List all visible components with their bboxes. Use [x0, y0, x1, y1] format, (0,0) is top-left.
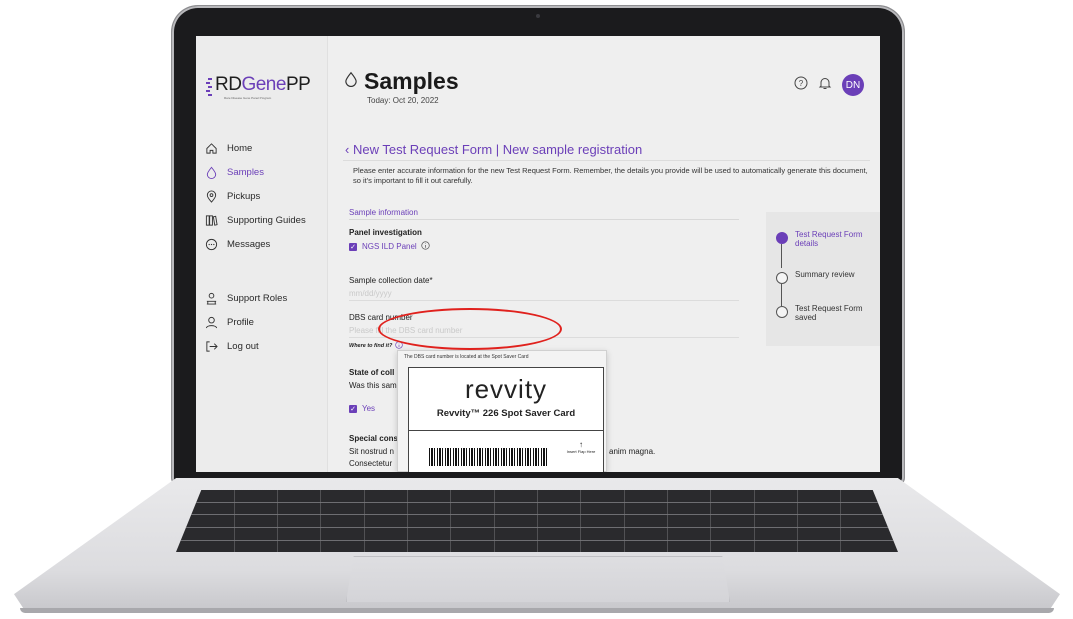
- info-icon[interactable]: [421, 241, 430, 252]
- divider: [349, 300, 739, 301]
- svg-text:?: ?: [799, 79, 804, 88]
- ngs-ild-panel-checkbox[interactable]: ✓ NGS ILD Panel: [349, 241, 430, 252]
- step-summary[interactable]: Summary review: [776, 270, 880, 284]
- spot-saver-card-image: revvity Revvity™ 226 Spot Saver Card ↑ I…: [408, 367, 604, 472]
- step-label: Test Request Form details: [795, 230, 863, 248]
- card-name: Revvity™ 226 Spot Saver Card: [436, 408, 576, 419]
- highlight-ellipse: [378, 308, 562, 350]
- sidebar-item-home[interactable]: Home: [204, 140, 324, 156]
- books-icon: [204, 213, 218, 227]
- step-saved[interactable]: Test Request Form saved: [776, 304, 880, 322]
- checkbox-label: NGS ILD Panel: [362, 242, 417, 251]
- support-person-icon: [204, 291, 218, 305]
- step-label: Summary review: [795, 270, 855, 279]
- step-connector: [781, 284, 782, 306]
- progress-stepper: Test Request Form details Summary review…: [766, 212, 880, 346]
- divider: [409, 430, 603, 431]
- divider: [349, 219, 739, 220]
- drop-icon: [204, 165, 218, 179]
- where-to-find-link[interactable]: Where to find it?: [349, 341, 404, 351]
- app-logo[interactable]: RDGenePP: [206, 74, 311, 96]
- insert-flap-label: ↑ Insert Flap Here: [561, 440, 601, 454]
- sidebar: RDGenePP Rare Disease Gene Panel Program…: [196, 36, 328, 472]
- state-question: Was this sam: [349, 381, 397, 390]
- sidebar-item-label: Support Roles: [227, 292, 288, 304]
- checkbox-label: Yes: [362, 404, 376, 413]
- avatar[interactable]: DN: [842, 74, 864, 96]
- camera: [536, 14, 540, 18]
- keyboard: [176, 490, 898, 552]
- check-icon: ✓: [349, 404, 357, 413]
- sidebar-item-label: Pickups: [227, 190, 261, 202]
- barcode: [429, 448, 549, 466]
- logo-text: RDGenePP: [215, 74, 311, 95]
- app-screen: RDGenePP Rare Disease Gene Panel Program…: [196, 36, 880, 472]
- flap-text: Insert Flap Here: [566, 449, 596, 454]
- panel-investigation-label: Panel investigation: [349, 228, 422, 237]
- sidebar-item-label: Messages: [227, 238, 271, 250]
- sidebar-item-messages[interactable]: Messages: [204, 236, 324, 252]
- trackpad: [346, 556, 730, 602]
- laptop-front-edge: [20, 608, 1054, 613]
- today-date: Today: Oct 20, 2022: [367, 96, 439, 105]
- main-content: Samples Today: Oct 20, 2022 ? DN ‹ New T…: [329, 36, 880, 472]
- sidebar-item-label: Log out: [227, 340, 259, 352]
- collection-date-label: Sample collection date*: [349, 276, 433, 285]
- laptop-lid: RDGenePP Rare Disease Gene Panel Program…: [172, 6, 904, 484]
- section-title: Sample information: [349, 208, 418, 217]
- special-considerations-label: Special cons: [349, 434, 398, 443]
- step-details[interactable]: Test Request Form details: [776, 230, 880, 248]
- state-of-collection-label: State of coll: [349, 368, 395, 377]
- special-text-line-2: Consectetur: [349, 459, 393, 468]
- collection-date-input[interactable]: mm/dd/yyyy: [349, 289, 392, 298]
- drop-icon: [343, 71, 359, 92]
- breadcrumb-text: New Test Request Form | New sample regis…: [352, 142, 643, 157]
- dbs-card-tooltip: The DBS card number is located at the Sp…: [397, 350, 607, 472]
- sidebar-item-label: Profile: [227, 316, 254, 328]
- tooltip-caption: The DBS card number is located at the Sp…: [404, 354, 529, 360]
- intro-text: Please enter accurate information for th…: [353, 166, 868, 185]
- special-text-tail: anim magna.: [609, 447, 656, 456]
- header-actions: ? DN: [794, 74, 864, 96]
- location-pin-icon: [204, 189, 218, 203]
- step-dot: [776, 272, 788, 284]
- sidebar-item-pickups[interactable]: Pickups: [204, 188, 324, 204]
- divider: [343, 160, 870, 161]
- step-dot: [776, 306, 788, 318]
- bell-icon[interactable]: [818, 76, 832, 95]
- question-icon[interactable]: ?: [794, 76, 808, 95]
- sidebar-item-profile[interactable]: Profile: [204, 314, 324, 330]
- sidebar-item-label: Supporting Guides: [227, 214, 306, 226]
- sidebar-item-support-roles[interactable]: Support Roles: [204, 290, 324, 306]
- step-dot: [776, 232, 788, 244]
- check-icon: ✓: [349, 242, 357, 251]
- sidebar-item-samples[interactable]: Samples: [204, 164, 324, 180]
- page-title: Samples: [343, 68, 459, 95]
- special-text-line-1: Sit nostrud n: [349, 447, 394, 456]
- sidebar-item-label: Samples: [227, 166, 264, 178]
- logout-icon: [204, 339, 218, 353]
- arrow-up-icon: ↑: [579, 440, 583, 449]
- chat-bubble-icon: [204, 237, 218, 251]
- user-icon: [204, 315, 218, 329]
- sidebar-item-supporting-guides[interactable]: Supporting Guides: [204, 212, 324, 228]
- sidebar-item-log-out[interactable]: Log out: [204, 338, 324, 354]
- revvity-logo: revvity: [464, 374, 548, 404]
- step-label: Test Request Form saved: [795, 304, 863, 322]
- where-to-find-text: Where to find it?: [349, 343, 393, 349]
- sidebar-item-label: Home: [227, 142, 253, 154]
- page-title-text: Samples: [364, 68, 459, 94]
- dna-icon: [206, 76, 214, 96]
- yes-checkbox[interactable]: ✓ Yes: [349, 404, 375, 413]
- chevron-left-icon: ‹: [345, 142, 353, 157]
- breadcrumb[interactable]: ‹ New Test Request Form | New sample reg…: [345, 142, 642, 157]
- home-icon: [204, 141, 218, 155]
- logo-tagline: Rare Disease Gene Panel Program: [224, 96, 272, 100]
